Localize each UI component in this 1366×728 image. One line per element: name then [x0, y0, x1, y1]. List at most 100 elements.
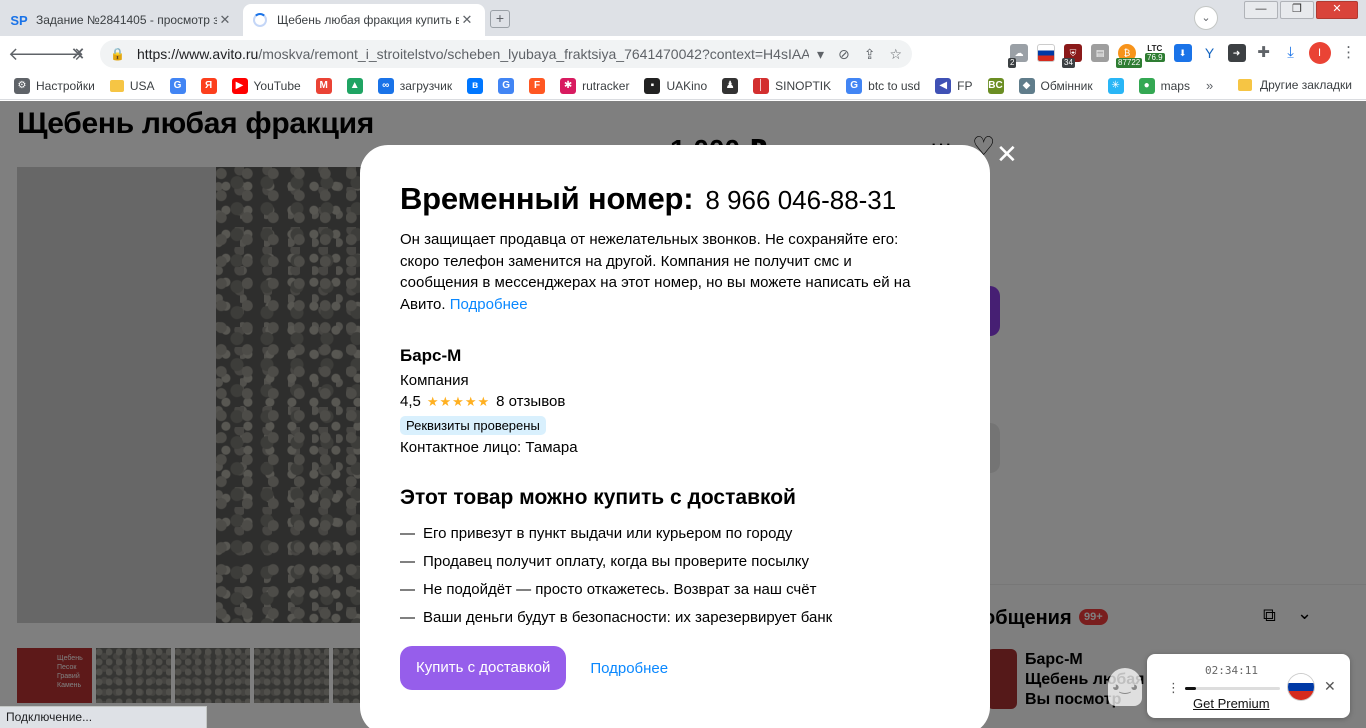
snowflake-icon: ✳: [1107, 77, 1124, 94]
bitcoin-extension-icon[interactable]: ₿ 87722: [1116, 44, 1143, 68]
bookmark-star-icon[interactable]: ☆: [889, 46, 902, 63]
bookmark-item[interactable]: ✳: [1107, 77, 1124, 94]
back-arrow-icon[interactable]: 🡐: [8, 44, 56, 65]
downloads-icon[interactable]: ⤓: [1281, 44, 1300, 62]
bookmark-item[interactable]: в: [467, 77, 484, 94]
bookmark-item[interactable]: BC: [987, 77, 1004, 94]
bookmark-item[interactable]: Gbtc to usd: [846, 77, 920, 94]
litecoin-extension-icon[interactable]: LTC 76.9: [1145, 44, 1165, 62]
yandex-icon: Я: [200, 77, 217, 94]
shield-extension-icon[interactable]: ⛨ 34: [1062, 44, 1082, 68]
bookmark-item[interactable]: F: [529, 77, 546, 94]
russia-flag-icon[interactable]: [1288, 674, 1314, 700]
ltc-label: LTC: [1147, 44, 1163, 53]
google-icon: G: [169, 77, 186, 94]
vk-icon: в: [467, 77, 484, 94]
vpn-timer: 02:34:11: [1205, 664, 1258, 677]
stop-loading-icon[interactable]: ✕: [64, 44, 92, 65]
new-tab-button[interactable]: +: [490, 10, 510, 28]
status-bar: Подключение...: [0, 706, 207, 728]
exchange-icon: ◆: [1018, 77, 1035, 94]
menu-kebab-icon[interactable]: ⋮: [1339, 44, 1358, 62]
bookmark-item[interactable]: G: [498, 77, 515, 94]
bookmark-item[interactable]: │ SINOPTIK: [753, 77, 831, 94]
lock-icon[interactable]: 🔒: [110, 47, 125, 61]
bookmark-item[interactable]: Я: [200, 77, 217, 94]
tab-close-icon[interactable]: ✕: [459, 12, 475, 28]
reviews-link[interactable]: 8 отзывов: [496, 393, 565, 410]
tab-task[interactable]: SP Задание №2841405 - просмотр з ✕: [0, 4, 243, 36]
get-premium-link[interactable]: Get Premium: [1193, 696, 1270, 711]
close-icon[interactable]: ✕: [1324, 678, 1336, 695]
contact-person: Контактное лицо: Тамара: [400, 439, 578, 456]
share-icon[interactable]: ⇪: [864, 46, 876, 63]
drive-icon: ▲: [346, 77, 363, 94]
phone-number[interactable]: 8 966 046-88-31: [705, 185, 896, 216]
blocked-icon[interactable]: ⊘: [838, 46, 850, 63]
delivery-features: — Его привезут в пункт выдачи или курьеро…: [400, 520, 950, 632]
browser-toolbar: 🡐 🡒 ✕ 🔒 https://www.avito.ru/moskva/remo…: [0, 36, 1366, 72]
tab-search-button[interactable]: ⌄: [1194, 6, 1218, 30]
forward-arrow-icon[interactable]: 🡒: [36, 44, 84, 65]
chess-icon: ♟: [722, 77, 739, 94]
phone-label: Временный номер:: [400, 181, 694, 216]
tab-title: Задание №2841405 - просмотр з: [36, 13, 217, 27]
v-extension-icon[interactable]: Y: [1200, 44, 1219, 62]
puzzle-extensions-icon[interactable]: ✚: [1254, 44, 1273, 62]
more-info-link[interactable]: Подробнее: [450, 296, 528, 313]
bookmark-item[interactable]: ✱ rutracker: [560, 77, 629, 94]
flag-extension-icon[interactable]: [1037, 44, 1055, 62]
bookmarks-more-icon[interactable]: »: [1206, 78, 1213, 93]
arrow-extension-icon[interactable]: ➜: [1227, 44, 1246, 62]
uakino-icon: ▪: [644, 77, 661, 94]
list-item: — Не подойдёт — просто откажетесь. Возвра…: [400, 581, 817, 598]
bookmark-item[interactable]: ♟: [722, 77, 739, 94]
bookmark-label: maps: [1160, 78, 1190, 93]
ghost-mascot-icon[interactable]: ◕‿◕: [1108, 668, 1142, 706]
seller-name[interactable]: Барс-М: [400, 346, 950, 366]
bookmark-item[interactable]: G: [169, 77, 186, 94]
vpn-menu-icon[interactable]: ⋮: [1167, 680, 1180, 696]
bookmark-label: USA: [129, 78, 155, 93]
close-icon[interactable]: ✕: [996, 141, 1018, 167]
bookmark-item[interactable]: M: [315, 77, 332, 94]
flag-stripe: [1288, 682, 1314, 692]
tab-strip: SP Задание №2841405 - просмотр з ✕ Щебен…: [0, 0, 1366, 36]
url-path: /moskva/remont_i_stroitelstvo/scheben_ly…: [258, 46, 809, 62]
feature-text: Продавец получит оплату, когда вы провер…: [423, 553, 810, 570]
bookmark-item[interactable]: ◆ Обмінник: [1018, 77, 1093, 94]
bookmark-item[interactable]: ▪ UAKino: [644, 77, 707, 94]
bookmark-item[interactable]: ▲: [346, 77, 363, 94]
buy-with-delivery-button[interactable]: Купить с доставкой: [400, 646, 567, 690]
cloud-extension-icon[interactable]: ☁ 2: [1008, 44, 1028, 68]
loading-spinner-icon: [253, 13, 267, 27]
download-extension-icon[interactable]: ⬇: [1173, 44, 1192, 62]
tab-close-icon[interactable]: ✕: [217, 12, 233, 28]
details-link[interactable]: Подробнее: [590, 660, 668, 677]
bookmark-item[interactable]: ▶ YouTube: [231, 77, 301, 94]
close-window-button[interactable]: ✕: [1316, 1, 1358, 19]
url-dropdown-icon[interactable]: ▾: [817, 46, 824, 63]
bookmark-item[interactable]: ⚙ Настройки: [14, 77, 95, 94]
bookmark-item[interactable]: ◀ FP: [935, 77, 973, 94]
tab-avito[interactable]: Щебень любая фракция купить в ✕: [243, 4, 485, 36]
thermometer-icon: │: [753, 77, 770, 94]
bookmark-item[interactable]: USA: [109, 78, 155, 93]
minimize-button[interactable]: —: [1244, 1, 1278, 19]
loop-icon: ∞: [377, 77, 394, 94]
profile-avatar[interactable]: I: [1308, 42, 1331, 64]
bookmark-label: Обмінник: [1040, 78, 1093, 93]
list-item: — Ваши деньги будут в безопасности: их за…: [400, 609, 833, 626]
vpn-widget: ⋮ 02:34:11 Get Premium ✕: [1147, 654, 1350, 718]
maps-icon: ●: [1138, 77, 1155, 94]
url-text[interactable]: https://www.avito.ru/moskva/remont_i_str…: [137, 46, 809, 62]
bc-icon: BC: [987, 77, 1004, 94]
address-bar[interactable]: 🔒 https://www.avito.ru/moskva/remont_i_s…: [100, 40, 912, 68]
bookmark-item[interactable]: ∞ загрузчик: [377, 77, 452, 94]
feature-text: Его привезут в пункт выдачи или курьером…: [423, 525, 793, 542]
briefcase-extension-icon[interactable]: ▤: [1091, 44, 1109, 62]
other-bookmarks-folder[interactable]: Другие закладки: [1238, 78, 1352, 92]
bookmark-item[interactable]: ● maps: [1138, 77, 1190, 94]
sp-favicon-icon: SP: [10, 12, 28, 28]
maximize-button[interactable]: ❐: [1280, 1, 1314, 19]
